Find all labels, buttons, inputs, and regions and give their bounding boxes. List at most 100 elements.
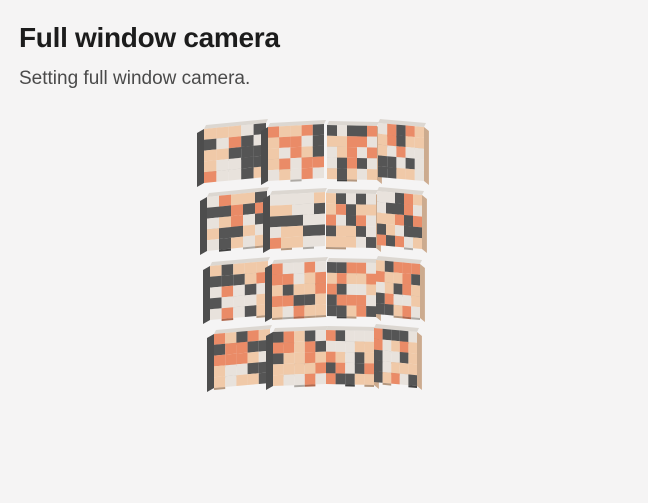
voxel-face [303, 235, 314, 248]
voxel-face [346, 273, 357, 285]
voxel-face [279, 169, 291, 181]
voxel-face [326, 373, 336, 385]
voxel-face [386, 235, 395, 247]
voxel-face [402, 262, 412, 274]
voxel-face [268, 126, 280, 138]
voxel-edge [347, 179, 357, 182]
voxel-face [336, 225, 346, 237]
cube-side [265, 264, 272, 322]
voxel-face [408, 352, 417, 365]
voxel-face [374, 360, 383, 372]
voxel-face [376, 270, 385, 283]
voxel-face [356, 284, 367, 296]
voxel-face [336, 193, 346, 205]
voxel-face [327, 305, 337, 317]
voxel-face [357, 158, 367, 169]
voxel-face [396, 135, 406, 147]
voxel-face [228, 168, 242, 181]
voxel-face [391, 362, 400, 374]
voxel-face [386, 191, 395, 204]
voxel-face [273, 342, 284, 354]
voxel-face [281, 204, 292, 216]
voxel-face [231, 215, 243, 227]
voxel-face [314, 202, 325, 215]
voxel-face [281, 226, 292, 238]
voxel-face [402, 294, 412, 307]
voxel-face [283, 363, 295, 375]
voxel-face [364, 363, 374, 375]
voxel-face [346, 204, 356, 216]
voxel-face [241, 167, 254, 180]
voxel-face [204, 160, 217, 173]
voxel-face [356, 236, 366, 248]
voxel-face [357, 125, 367, 137]
voxel-face [411, 306, 420, 318]
voxel-face [413, 205, 422, 217]
voxel-face [312, 145, 324, 157]
voxel-face [315, 362, 326, 374]
voxel-face [356, 204, 366, 216]
voxel-face [303, 214, 314, 226]
voxel-face [391, 340, 400, 352]
voxel-face [279, 147, 291, 159]
voxel-face [236, 363, 248, 376]
voxel-face [326, 225, 336, 237]
voxel-face [219, 237, 231, 250]
voxel-face [405, 136, 415, 148]
voxel-face [304, 362, 316, 374]
voxel-face [214, 333, 226, 345]
voxel-face [273, 364, 284, 376]
voxel-face [314, 224, 325, 236]
voxel-face [241, 135, 254, 147]
voxel-face [337, 136, 347, 147]
voxel-face [268, 158, 280, 171]
voxel-face [376, 260, 385, 272]
voxel-face [374, 349, 383, 362]
voxel-face [207, 195, 219, 208]
voxel-face [243, 235, 255, 248]
voxel-face [336, 236, 346, 248]
voxel-face [411, 284, 420, 297]
voxel-face [219, 227, 231, 239]
voxel-face [282, 295, 294, 307]
voxel-face [303, 225, 314, 237]
voxel-face [393, 283, 403, 295]
cube-tile [197, 119, 268, 187]
voxel-face [391, 372, 400, 385]
voxel-face [228, 157, 242, 170]
voxel-face [396, 146, 406, 158]
voxel-face [214, 343, 226, 356]
voxel-face [336, 262, 347, 274]
voxel-face [366, 295, 376, 307]
voxel-face [336, 204, 346, 215]
voxel-face [214, 376, 226, 388]
cube-side [200, 197, 207, 255]
voxel-face [292, 225, 303, 237]
voxel-face [395, 203, 404, 215]
voxel-face [399, 341, 409, 353]
voxel-face [393, 272, 403, 284]
voxel-face [347, 147, 357, 158]
voxel-face [216, 148, 229, 161]
voxel-face [366, 215, 376, 227]
voxel-face [376, 292, 385, 304]
cube-tile [376, 256, 425, 322]
voxel-face [244, 272, 257, 285]
voxel-face [247, 330, 259, 342]
voxel-face [374, 338, 383, 351]
voxel-face [327, 135, 337, 147]
voxel-face [268, 137, 280, 149]
voxel-face [247, 373, 259, 385]
voxel-face [405, 157, 415, 170]
camera-viewport[interactable] [0, 0, 648, 503]
voxel-face [314, 192, 325, 204]
voxel-face [326, 193, 336, 204]
voxel-face [241, 156, 254, 169]
cube-tile [207, 325, 272, 392]
voxel-face [290, 125, 302, 137]
voxel-face [354, 363, 365, 374]
cube-side [420, 264, 425, 322]
voxel-face [243, 192, 255, 205]
voxel-face [210, 308, 222, 320]
voxel-face [216, 126, 229, 139]
